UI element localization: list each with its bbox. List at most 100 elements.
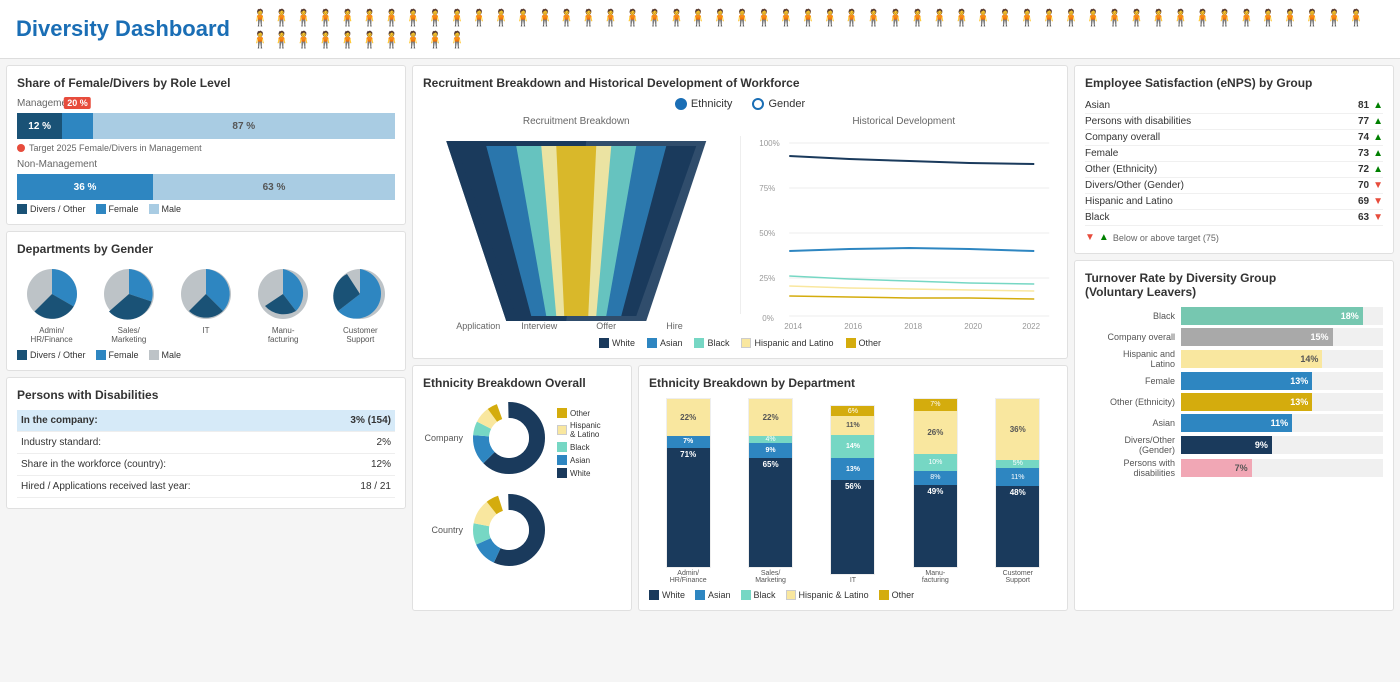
legend-eo-asian-label: Asian (570, 456, 590, 465)
svg-text:0%: 0% (762, 314, 774, 323)
legend-dept-female: Female (96, 350, 139, 360)
ed-mfg-black: 10% (914, 454, 957, 471)
turnover-bar-wrap-black: 18% (1181, 307, 1383, 325)
turnover-label-company: Company overall (1085, 332, 1175, 342)
ethnicity-overall-content: Company (423, 398, 621, 570)
legend-dept-divers: Divers / Other (17, 350, 86, 360)
person-icon: 🧍 (1105, 8, 1125, 28)
legend-dept-divers-label: Divers / Other (30, 350, 86, 360)
turnover-bar-wrap-asian: 11% (1181, 414, 1383, 432)
disabilities-card: Persons with Disabilities In the company… (6, 377, 406, 509)
person-icon: 🧍 (886, 8, 906, 28)
ed-sales-asian: 9% (749, 443, 792, 458)
enps-label-pwd: Persons with disabilities (1085, 116, 1339, 127)
ethnicity-overall-legend: Other Hispanic& Latino Black Asian (557, 408, 601, 478)
turnover-title: Turnover Rate by Diversity Group(Volunta… (1085, 271, 1383, 299)
enps-value-pwd: 77 (1339, 116, 1369, 127)
turnover-bar-asian: 11% (1181, 414, 1292, 432)
dept-label-admin: Admin/HR/Finance (30, 326, 72, 344)
enps-label-female: Female (1085, 148, 1339, 159)
turnover-bar-company: 15% (1181, 328, 1333, 346)
svg-text:100%: 100% (759, 139, 779, 148)
enps-label-hispanic: Hispanic and Latino (1085, 196, 1339, 207)
person-icon: 🧍 (820, 8, 840, 28)
legend-hispanic-box (741, 338, 751, 348)
ed-cs-white: 48% (996, 486, 1039, 567)
person-icon: 🧍 (1258, 8, 1278, 28)
enps-label-asian: Asian (1085, 100, 1339, 111)
management-bar-row: 12 % 20 % 87 % (17, 113, 395, 139)
legend-dept-female-label: Female (109, 350, 139, 360)
ed-mfg-white: 49% (914, 485, 957, 567)
ed-bar-cs: 48% 11% 5% 36% (995, 398, 1040, 568)
person-icon: 🧍 (250, 8, 270, 28)
turnover-bar-wrap-other-eth: 13% (1181, 393, 1383, 411)
bottom-mid-row: Ethnicity Breakdown Overall Company (412, 365, 1068, 611)
enps-arrow-company: ▲ (1373, 132, 1383, 143)
turnover-bar-wrap-pwd: 7% (1181, 459, 1383, 477)
legend-eo-asian: Asian (557, 455, 601, 465)
legend-hispanic: Hispanic and Latino (741, 338, 833, 348)
recruitment-title: Recruitment Breakdown and Historical Dev… (423, 76, 1057, 90)
legend-dept-divers-box (17, 350, 27, 360)
target-badge: 20 % (64, 97, 91, 109)
departments-gender-title: Departments by Gender (17, 242, 395, 256)
svg-text:Application: Application (456, 321, 500, 331)
left-column: Share of Female/Divers by Role Level Man… (6, 65, 406, 611)
person-icon: 🧍 (688, 8, 708, 28)
turnover-bar-black: 18% (1181, 307, 1363, 325)
radio-gender[interactable]: Gender (752, 98, 805, 110)
ethnicity-dept-bars: 71% 7% 22% Admin/HR/Finance 65% 9% (649, 398, 1057, 584)
disability-row-3: Hired / Applications received last year:… (17, 476, 395, 498)
turnover-bar-wrap-company: 15% (1181, 328, 1383, 346)
ed-sales-white: 65% (749, 458, 792, 567)
svg-text:Offer: Offer (596, 321, 616, 331)
person-icon: 🧍 (645, 8, 665, 28)
legend-eo-white-box (557, 468, 567, 478)
share-female-title: Share of Female/Divers by Role Level (17, 76, 395, 90)
person-icon: 🧍 (1280, 8, 1300, 28)
turnover-bar-wrap-divers: 9% (1181, 436, 1383, 454)
enps-row-female: Female 73 ▲ (1085, 146, 1383, 162)
person-icon: 🧍 (272, 8, 292, 28)
ed-it-hispanic: 11% (831, 416, 874, 434)
dept-label-it: IT (202, 326, 209, 335)
legend-other-label: Other (859, 338, 882, 348)
enps-value-female: 73 (1339, 148, 1369, 159)
mgmt-female-segment: 20 % (62, 113, 92, 139)
ed-label-sales: Sales/Marketing (755, 570, 786, 584)
person-icon: 🧍 (360, 30, 380, 50)
legend-ed-other: Other (879, 590, 915, 600)
country-donut-row: Country (423, 490, 549, 570)
person-icon: 🧍 (951, 8, 971, 28)
ed-admin-asian: 7% (667, 436, 710, 448)
person-icon: 🧍 (798, 8, 818, 28)
legend-ed-asian: Asian (695, 590, 731, 600)
ed-cs-black: 5% (996, 460, 1039, 468)
disability-label-3: Hired / Applications received last year: (17, 476, 314, 498)
person-icon: 🧍 (403, 8, 423, 28)
legend-dept-male: Male (149, 350, 182, 360)
turnover-row-asian: Asian 11% (1085, 414, 1383, 432)
legend-ed-black-label: Black (754, 590, 776, 600)
radio-gender-label: Gender (768, 98, 805, 110)
legend-eo-black-label: Black (570, 443, 590, 452)
non-management-bar-row: 36 % 63 % (17, 174, 395, 200)
svg-text:2022: 2022 (1022, 322, 1040, 331)
radio-ethnicity[interactable]: Ethnicity (675, 98, 733, 110)
right-column: Employee Satisfaction (eNPS) by Group As… (1074, 65, 1394, 611)
turnover-bar-other-eth: 13% (1181, 393, 1312, 411)
line-label: Historical Development (751, 116, 1058, 127)
disability-label-0: In the company: (17, 410, 314, 432)
person-icon: 🧍 (513, 8, 533, 28)
enps-row-hispanic: Hispanic and Latino 69 ▼ (1085, 194, 1383, 210)
line-section: Historical Development 100% 75% 50% 25% … (751, 116, 1058, 334)
enps-row-black: Black 63 ▼ (1085, 210, 1383, 226)
turnover-label-hispanic: Hispanic andLatino (1085, 349, 1175, 369)
mgmt-divers-segment: 12 % (17, 113, 62, 139)
person-icon: 🧍 (491, 8, 511, 28)
ed-mfg-asian: 8% (914, 471, 957, 484)
legend-male: Male (149, 204, 182, 214)
dept-pie-mfg (253, 264, 313, 324)
legend-eo-other-label: Other (570, 409, 590, 418)
